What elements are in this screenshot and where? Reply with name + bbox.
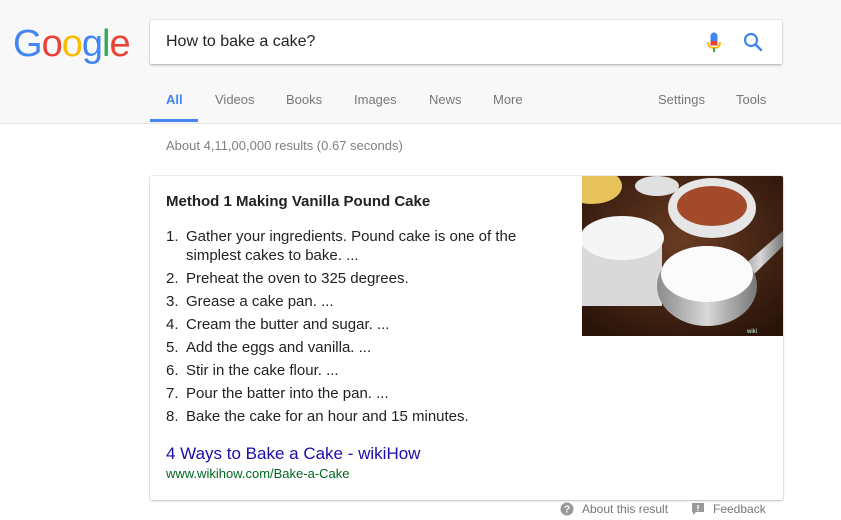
result-stats: About 4,11,00,000 results (0.67 seconds) [166, 138, 403, 153]
result-title-link[interactable]: 4 Ways to Bake a Cake - wikiHow [166, 444, 420, 464]
list-item: 4. Cream the butter and sugar. ... [166, 316, 390, 333]
list-item: 5. Add the eggs and vanilla. ... [166, 339, 372, 356]
mic-icon[interactable] [706, 32, 722, 54]
logo-letter: o [41, 23, 63, 65]
steps-list: 1. Gather your ingredients. Pound cake is… [166, 227, 566, 430]
tab-more[interactable]: More [493, 92, 523, 107]
feedback-link[interactable]: Feedback [691, 502, 766, 516]
list-item: 7. Pour the batter into the pan. ... [166, 385, 389, 402]
tab-settings[interactable]: Settings [658, 92, 705, 107]
tab-tools[interactable]: Tools [736, 92, 766, 107]
logo-letter: e [109, 23, 130, 65]
tab-books[interactable]: Books [286, 92, 322, 107]
list-item: 3. Grease a cake pan. ... [166, 293, 334, 310]
image-watermark: wiki [746, 329, 757, 335]
snippet-title: Method 1 Making Vanilla Pound Cake [166, 193, 431, 210]
logo-letter: g [81, 23, 103, 65]
list-item: 8. Bake the cake for an hour and 15 minut… [166, 408, 469, 425]
tab-images[interactable]: Images [354, 92, 397, 107]
search-icon[interactable] [742, 31, 764, 53]
result-url[interactable]: www.wikihow.com/Bake-a-Cake [166, 466, 350, 481]
search-box [150, 20, 782, 64]
tab-all[interactable]: All [166, 92, 183, 107]
search-header: Google All Videos Books Images News More… [0, 0, 841, 124]
svg-text:?: ? [564, 505, 570, 516]
about-this-result-link[interactable]: ? About this result [560, 502, 668, 516]
featured-snippet: Method 1 Making Vanilla Pound Cake 1. Gat… [150, 176, 783, 500]
active-tab-indicator [150, 119, 198, 122]
feedback-icon [692, 503, 704, 515]
tab-videos[interactable]: Videos [215, 92, 255, 107]
tab-news[interactable]: News [429, 92, 462, 107]
help-icon: ? [560, 502, 574, 516]
list-item: 6. Stir in the cake flour. ... [166, 362, 339, 379]
logo-letter: o [61, 23, 83, 65]
list-item: 1. Gather your ingredients. Pound cake is… [166, 228, 517, 264]
logo-letter: G [13, 23, 43, 65]
logo-letter: l [101, 23, 111, 65]
snippet-image[interactable]: wiki [582, 176, 783, 336]
search-input[interactable] [166, 20, 686, 64]
list-item: 2. Preheat the oven to 325 degrees. [166, 270, 409, 287]
google-logo[interactable]: Google [13, 20, 131, 68]
